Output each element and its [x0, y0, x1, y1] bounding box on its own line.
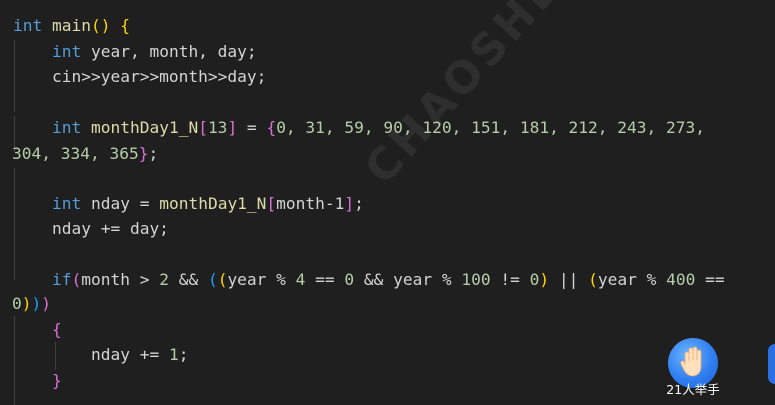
semicolon: ; — [178, 345, 189, 364]
number-list: 0, 31, 59, 90, 120, 151, 181, 212, 243, … — [276, 118, 705, 137]
bracket: ) — [21, 294, 32, 313]
operator: == — [305, 270, 345, 289]
number: 1 — [168, 345, 179, 364]
code-line-3: cin>>year>>month>>day; — [13, 65, 266, 89]
number: 2 — [159, 270, 169, 289]
raise-hand-count: 21人举手 — [666, 382, 720, 397]
bracket: ) — [41, 294, 51, 313]
code-text: year % — [393, 270, 462, 289]
number: 13 — [207, 118, 228, 137]
code-text: month > — [81, 270, 160, 289]
operator: && — [168, 270, 208, 289]
code-line-2: int year, month, day; — [13, 40, 257, 64]
code-line-8: int nday = monthDay1_N[month-1]; — [13, 192, 364, 216]
code-line-12: 0))) — [12, 292, 51, 316]
code-line-6: 304, 334, 365}; — [12, 142, 158, 166]
semicolon: ; — [354, 194, 364, 213]
bracket: ( — [588, 270, 598, 289]
bracket: ) — [539, 270, 550, 289]
bracket: } — [51, 371, 62, 390]
bracket: ] — [344, 194, 355, 213]
bracket: ) — [31, 294, 42, 313]
keyword: if — [51, 270, 72, 289]
side-widget-edge[interactable] — [768, 344, 775, 384]
bracket: [ — [266, 194, 277, 213]
bracket: ( — [217, 270, 228, 289]
number: 4 — [295, 270, 306, 289]
code-line-1: int main() { — [13, 14, 130, 38]
bracket: [ — [198, 118, 208, 137]
bracket: ] — [227, 118, 238, 137]
bracket: } — [138, 144, 149, 163]
bracket: () — [90, 16, 111, 35]
raise-hand-widget[interactable]: 21人举手 — [655, 338, 731, 405]
operator: == — [695, 270, 725, 289]
operator: != — [490, 270, 530, 289]
code-text: month-1 — [276, 194, 345, 213]
code-line-5: int monthDay1_N[13] = {0, 31, 59, 90, 12… — [13, 116, 705, 140]
bracket: ( — [71, 270, 82, 289]
code-line-13: { — [13, 318, 62, 342]
array-name: monthDay1_N — [90, 118, 199, 137]
code-text: year % — [227, 270, 296, 289]
code-text: nday += day; — [51, 219, 169, 238]
number: 400 — [666, 270, 696, 289]
code-text: nday = — [90, 194, 160, 213]
code-line-15: } — [13, 369, 62, 393]
code-text: nday += — [90, 345, 169, 364]
number: 100 — [461, 270, 491, 289]
bracket: { — [51, 320, 62, 339]
code-line-11: if(month > 2 && ((year % 4 == 0 && year … — [13, 268, 725, 292]
code-text: cin>>year>>month>>day; — [51, 67, 267, 86]
keyword: int — [51, 118, 82, 137]
number: 0 — [12, 294, 22, 313]
keyword: int — [13, 16, 43, 35]
bracket: { — [266, 118, 277, 137]
operator: || — [549, 270, 589, 289]
code-text: year, month, day; — [90, 42, 257, 61]
operator: && — [354, 270, 394, 289]
code-line-9: nday += day; — [13, 217, 169, 241]
keyword: int — [51, 194, 82, 213]
number-list: 304, 334, 365 — [12, 144, 139, 163]
array-name: monthDay1_N — [159, 194, 267, 213]
code-line-14: nday += 1; — [13, 343, 188, 367]
function-name: main — [52, 16, 91, 35]
bracket: { — [120, 16, 130, 35]
number: 0 — [344, 270, 355, 289]
operator: = — [237, 118, 267, 137]
semicolon: ; — [148, 144, 159, 163]
code-text: year % — [597, 270, 667, 289]
number: 0 — [529, 270, 540, 289]
bracket: ( — [207, 270, 218, 289]
keyword: int — [51, 42, 82, 61]
